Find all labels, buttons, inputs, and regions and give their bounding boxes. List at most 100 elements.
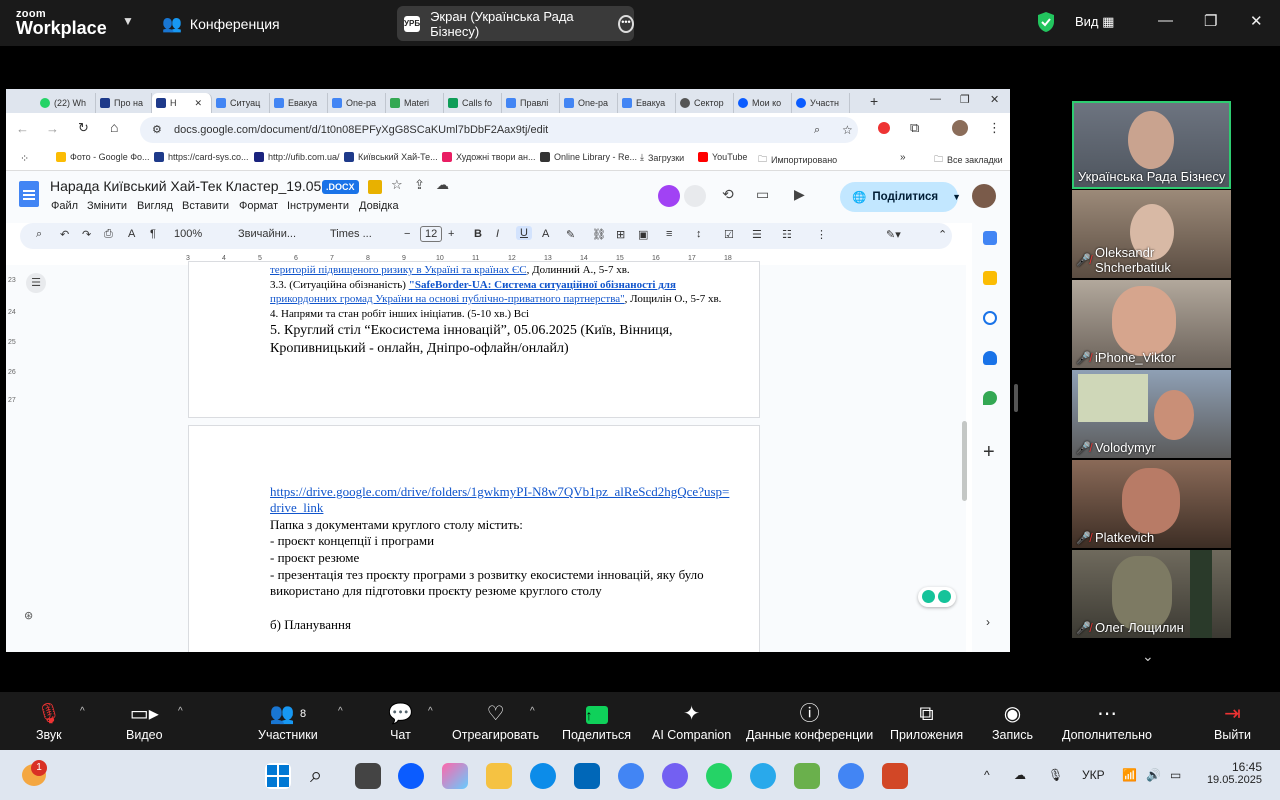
tab-12[interactable]: Сектор (676, 93, 734, 113)
tab-close-icon[interactable]: ✕ (195, 98, 203, 109)
share-button[interactable]: 🌐 Поділитися ▼ (840, 182, 961, 212)
file-explorer-icon[interactable] (486, 763, 512, 789)
tab-2[interactable]: Про на (96, 93, 152, 113)
profile-avatar[interactable] (952, 120, 968, 136)
clock[interactable]: 16:45 19.05.2025 (1206, 760, 1262, 786)
minimize-icon[interactable]: — (930, 93, 941, 105)
document-link[interactable]: прикордонних громад України на основі пу… (270, 293, 625, 305)
bookmark-4[interactable]: Київський Хай-Те... (344, 152, 438, 162)
chrome-profile-icon[interactable] (838, 763, 864, 789)
paint-format-icon[interactable]: ¶ (150, 228, 156, 240)
decrease-font-icon[interactable]: − (404, 228, 410, 240)
video-options-caret[interactable]: ^ (178, 706, 183, 717)
menu-insert[interactable]: Вставити (182, 200, 229, 212)
link-icon[interactable]: ⛓ (592, 228, 606, 241)
document-page[interactable]: територій підвищеного ризику в Україні т… (188, 261, 760, 418)
chevron-down-icon[interactable]: ▼ (122, 14, 134, 28)
collaborator-avatar[interactable] (684, 185, 706, 207)
menu-format[interactable]: Формат (239, 200, 278, 212)
record-button[interactable]: ◉ Запись (992, 700, 1033, 742)
line-spacing-icon[interactable]: ↕ (696, 228, 702, 240)
tab-6[interactable]: One-pa (328, 93, 386, 113)
search-icon[interactable]: ⌕ (36, 228, 42, 241)
menu-edit[interactable]: Змінити (87, 200, 127, 212)
extension-icon[interactable] (878, 122, 890, 134)
minimize-icon[interactable]: — (1158, 12, 1173, 29)
menu-tools[interactable]: Інструменти (287, 200, 349, 212)
bookmark-youtube[interactable]: YouTube (698, 152, 747, 162)
meet-icon[interactable]: ▶ (794, 186, 805, 203)
spellcheck-icon[interactable]: A (128, 228, 135, 240)
reactions-options-caret[interactable]: ^ (530, 706, 535, 717)
share-screen-button[interactable]: ↑ Поделиться (562, 700, 631, 742)
comment-icon[interactable]: ▭ (756, 186, 769, 203)
forward-icon[interactable]: → (46, 121, 59, 136)
ai-companion-button[interactable]: ✦ AI Companion (652, 700, 731, 742)
contacts-icon[interactable] (983, 351, 997, 365)
restore-icon[interactable]: ❐ (960, 93, 970, 106)
puzzle-icon[interactable]: ⧉ (910, 120, 919, 136)
document-page[interactable]: https://drive.google.com/drive/folders/1… (188, 425, 760, 652)
expand-panel-icon[interactable]: › (986, 615, 990, 629)
more-bookmarks-icon[interactable]: » (900, 152, 906, 163)
highlight-icon[interactable]: ✎ (566, 228, 575, 241)
style-select[interactable]: Звичайни... (238, 228, 296, 240)
video-tile[interactable]: 🎤̸ Олег Лощилин (1072, 550, 1231, 638)
star-icon[interactable]: ☆ (842, 117, 853, 143)
video-tile[interactable]: 🎤̸ Oleksandr Shcherbatiuk (1072, 190, 1231, 278)
gallery-scroll-down-icon[interactable]: ⌄ (1142, 648, 1154, 665)
numbered-list-icon[interactable]: ☷ (782, 228, 792, 241)
editing-mode-icon[interactable]: ✎▾ (886, 228, 901, 241)
panel-resize-handle[interactable] (1014, 384, 1018, 412)
microphone-icon[interactable]: 🎙 (1048, 768, 1063, 782)
all-bookmarks[interactable]: 🗀 Все закладки (934, 152, 1003, 168)
reactions-button[interactable]: ♡ Отреагировать (452, 700, 539, 742)
start-icon[interactable] (265, 763, 291, 789)
audio-button[interactable]: 🎙 Звук (36, 700, 62, 742)
star-icon[interactable]: ☆ (391, 177, 403, 193)
text-color-icon[interactable]: A (542, 228, 549, 240)
chat-button[interactable]: 💬 Чат (388, 700, 413, 742)
site-info-icon[interactable]: ⚙ (152, 117, 162, 143)
image-icon[interactable]: ▣ (638, 228, 648, 241)
audio-options-caret[interactable]: ^ (80, 706, 85, 717)
extension-icon[interactable] (368, 180, 382, 194)
more-options-icon[interactable]: ••• (617, 14, 634, 33)
tab-14[interactable]: Участн (792, 93, 850, 113)
tab-4[interactable]: Ситуац (212, 93, 270, 113)
tasks-icon[interactable] (983, 311, 997, 325)
user-avatar[interactable] (972, 184, 996, 208)
copilot-icon[interactable] (442, 763, 468, 789)
scrollbar-thumb[interactable] (962, 421, 967, 501)
bookmark-downloads[interactable]: ⤓ Загрузки (640, 152, 684, 163)
bookmark-1[interactable]: Фото - Google Фо... (56, 152, 150, 162)
italic-icon[interactable]: I (496, 228, 499, 240)
more-button[interactable]: ⋯ Дополнительно (1062, 700, 1152, 742)
apps-grid-icon[interactable]: ⁘ (20, 152, 29, 165)
meeting-info-button[interactable]: ⓘ Данные конференции (746, 700, 873, 742)
tab-5[interactable]: Евакуа (270, 93, 328, 113)
restore-icon[interactable]: ❐ (1204, 12, 1217, 30)
search-icon[interactable]: ⌕ (310, 762, 322, 788)
menu-file[interactable]: Файл (51, 200, 78, 212)
bullet-list-icon[interactable]: ☰ (752, 228, 762, 241)
telegram-icon[interactable] (750, 763, 776, 789)
tab-10[interactable]: One-pa (560, 93, 618, 113)
maps-icon[interactable] (983, 391, 997, 405)
tab-13[interactable]: Мои ко (734, 93, 792, 113)
new-tab-icon[interactable]: + (870, 93, 878, 109)
close-icon[interactable]: ✕ (990, 93, 999, 106)
increase-font-icon[interactable]: + (448, 228, 454, 240)
bookmark-6[interactable]: Online Library - Re... (540, 152, 637, 162)
tab-whatsapp[interactable]: (22) Wh (36, 93, 96, 113)
explore-icon[interactable]: ⊛ (24, 609, 33, 622)
more-tools-icon[interactable]: ⋮ (816, 228, 827, 241)
tab-9[interactable]: Правлі (502, 93, 560, 113)
tab-active-doc[interactable]: Н ✕ (152, 93, 212, 113)
redo-icon[interactable]: ↷ (82, 228, 91, 241)
bookmark-5[interactable]: Художні твори ан... (442, 152, 535, 162)
document-title[interactable]: Нарада Київський Хай-Тек Кластер_19.05.2… (50, 178, 341, 194)
maps-app-icon[interactable] (794, 763, 820, 789)
document-link[interactable]: територій підвищеного ризику в Україні т… (270, 264, 527, 276)
move-folder-icon[interactable]: ⇪ (414, 177, 425, 193)
